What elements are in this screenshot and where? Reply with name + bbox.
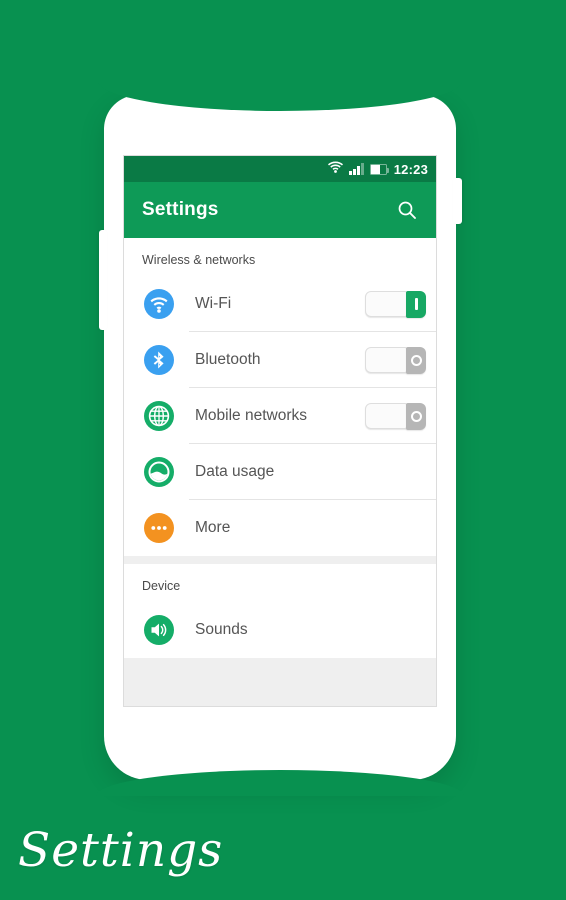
toggle-track (365, 291, 407, 317)
list-item-data-usage[interactable]: Data usage (124, 444, 436, 500)
list-item-label: Mobile networks (195, 407, 307, 424)
toggle-wifi[interactable] (365, 290, 426, 318)
toggle-bluetooth[interactable] (365, 346, 426, 374)
page-title: Settings (142, 199, 219, 220)
list-item-mobile-networks[interactable]: Mobile networks (124, 388, 436, 444)
wordmark: Settings (18, 823, 224, 878)
section-header: Wireless & networks (142, 253, 256, 267)
globe-icon (142, 399, 176, 433)
toggle-track (365, 347, 407, 373)
phone-left-side-button[interactable] (99, 230, 107, 330)
toggle-state-off (406, 346, 426, 374)
phone-screen: 12:23 Settings Wireless & networks Wi-Fi… (123, 155, 437, 707)
list-item-more[interactable]: More (124, 500, 436, 556)
list-item-label: More (195, 519, 231, 536)
list-item-label: Sounds (195, 621, 248, 638)
toggle-track (365, 403, 407, 429)
toggle-state-off (406, 402, 426, 430)
data-usage-icon (142, 455, 176, 489)
more-dots-icon (142, 511, 176, 545)
signal-bars-icon (349, 163, 364, 175)
settings-list[interactable]: Wireless & networks Wi-Fi Bluetooth Mobi… (124, 238, 436, 706)
list-item-label: Wi-Fi (195, 295, 232, 312)
status-bar-icons (328, 160, 390, 178)
bluetooth-icon (142, 343, 176, 377)
list-item-wifi[interactable]: Wi-Fi (124, 276, 436, 332)
section-header: Device (142, 579, 181, 593)
phone-right-side-button[interactable] (453, 178, 462, 224)
list-item-bluetooth[interactable]: Bluetooth (124, 332, 436, 388)
section-wireless-networks: Wireless & networks Wi-Fi Bluetooth Mobi… (124, 238, 436, 556)
wifi-icon (328, 160, 344, 178)
status-bar-clock: 12:23 (393, 161, 428, 177)
search-icon[interactable] (392, 195, 422, 225)
list-item-label: Bluetooth (195, 351, 261, 368)
wifi-icon (142, 287, 176, 321)
app-bar: Settings (124, 182, 436, 238)
status-bar: 12:23 (124, 156, 436, 182)
toggle-mobile-networks[interactable] (365, 402, 426, 430)
speaker-icon (142, 613, 176, 647)
toggle-state-on (406, 290, 426, 318)
section-device: Device Sounds (124, 564, 436, 658)
list-item-label: Data usage (195, 463, 275, 480)
list-item-sounds[interactable]: Sounds (124, 602, 436, 658)
phone-device: 12:23 Settings Wireless & networks Wi-Fi… (96, 81, 464, 796)
battery-icon (369, 163, 390, 175)
